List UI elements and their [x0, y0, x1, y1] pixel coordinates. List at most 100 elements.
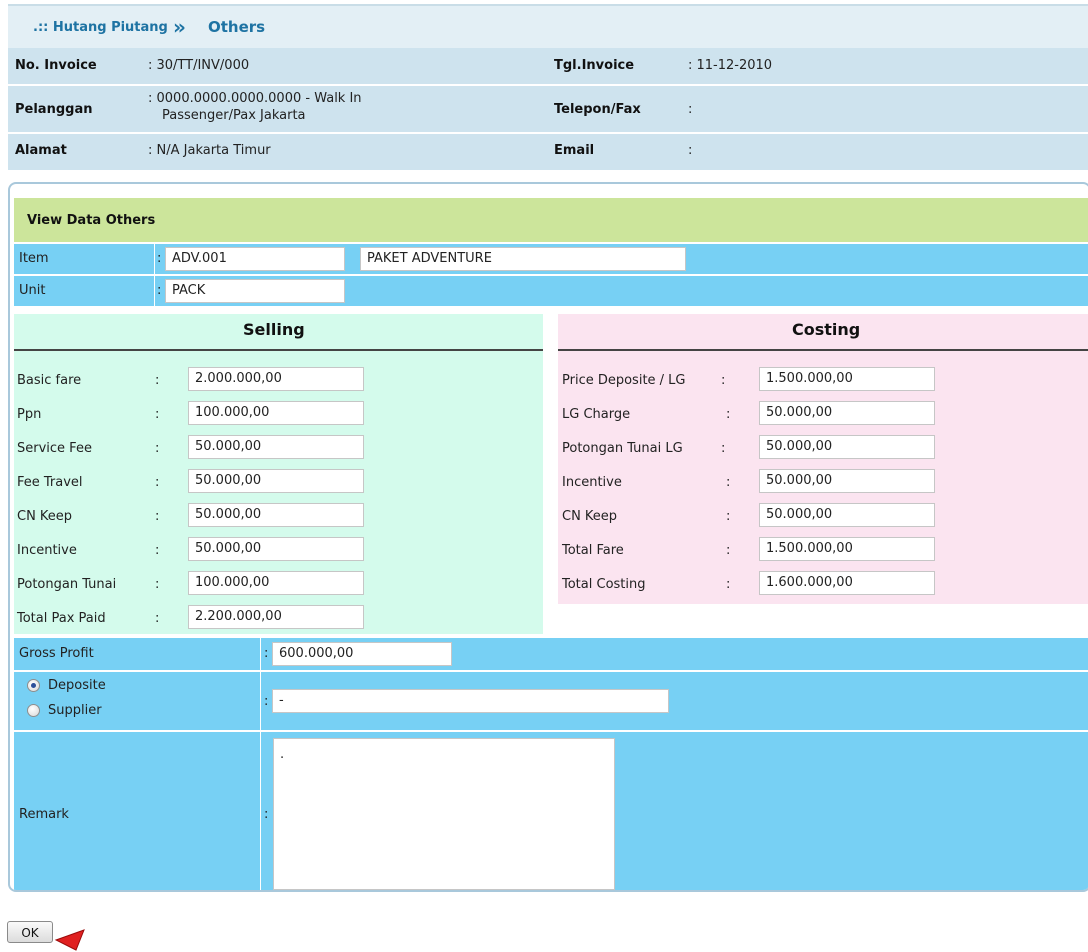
costing-row-label: Total Costing — [562, 577, 646, 592]
basic-fare-field[interactable]: 2.000.000,00 — [188, 367, 364, 391]
selling-row-colon: : — [155, 577, 160, 592]
cell-divider — [154, 244, 155, 274]
deposite-radio[interactable] — [27, 679, 40, 692]
costing-title: Costing — [792, 320, 861, 339]
selling-row-colon: : — [155, 441, 160, 456]
costing-row-colon: : — [726, 577, 731, 592]
item-code-field[interactable]: ADV.001 — [165, 247, 345, 271]
pelanggan-value-cont: Passenger/Pax Jakarta — [162, 108, 306, 123]
email-label: Email — [554, 143, 595, 158]
costing-cn-keep-field[interactable]: 50.000,00 — [759, 503, 935, 527]
pelanggan-value: : 0000.0000.0000.0000 - Walk In — [148, 91, 362, 106]
total-pax-paid-field[interactable]: 2.200.000,00 — [188, 605, 364, 629]
item-row: Item : ADV.001 PAKET ADVENTURE — [14, 244, 1088, 274]
total-fare-field[interactable]: 1.500.000,00 — [759, 537, 935, 561]
cell-divider — [260, 732, 261, 890]
invoice-row-2: Pelanggan : 0000.0000.0000.0000 - Walk I… — [8, 86, 1088, 132]
potongan-tunai-field[interactable]: 100.000,00 — [188, 571, 364, 595]
potongan-tunai-lg-field[interactable]: 50.000,00 — [759, 435, 935, 459]
selling-row-label: Fee Travel — [17, 475, 83, 490]
remark-label: Remark — [19, 807, 69, 822]
ok-button[interactable]: OK — [7, 921, 53, 943]
selling-row-colon: : — [155, 509, 160, 524]
gross-profit-colon: : — [264, 646, 269, 661]
selling-panel: Selling Basic fare : 2.000.000,00 Ppn : … — [14, 314, 543, 634]
selling-row-colon: : — [155, 611, 160, 626]
remark-textarea[interactable]: . — [273, 738, 615, 890]
selling-row-label: Incentive — [17, 543, 77, 558]
selling-divider — [14, 349, 543, 351]
selling-row-colon: : — [155, 543, 160, 558]
gross-profit-row: Gross Profit : 600.000,00 — [14, 638, 1088, 670]
unit-field[interactable]: PACK — [165, 279, 345, 303]
breadcrumb-parent[interactable]: .:: Hutang Piutang — [33, 20, 168, 35]
costing-row-label: Price Deposite / LG — [562, 373, 686, 388]
item-colon: : — [157, 251, 162, 266]
lg-charge-field[interactable]: 50.000,00 — [759, 401, 935, 425]
unit-row: Unit : PACK — [14, 276, 1088, 306]
invoice-row-3: Alamat : N/A Jakarta Timur Email : — [8, 134, 1088, 170]
invoice-row-1: No. Invoice : 30/TT/INV/000 Tgl.Invoice … — [8, 48, 1088, 84]
gross-profit-field[interactable]: 600.000,00 — [272, 642, 452, 666]
costing-row-colon: : — [721, 373, 726, 388]
total-costing-field[interactable]: 1.600.000,00 — [759, 571, 935, 595]
costing-row-label: CN Keep — [562, 509, 618, 524]
selling-row-label: Potongan Tunai — [17, 577, 117, 592]
costing-panel: Costing Price Deposite / LG : 1.500.000,… — [558, 314, 1088, 604]
item-name-field[interactable]: PAKET ADVENTURE — [360, 247, 686, 271]
alamat-label: Alamat — [15, 143, 67, 158]
tgl-invoice-label: Tgl.Invoice — [554, 58, 635, 73]
selling-row-label: Basic fare — [17, 373, 82, 388]
service-fee-field[interactable]: 50.000,00 — [188, 435, 364, 459]
telepon-value: : — [688, 102, 693, 117]
costing-row-colon: : — [726, 407, 731, 422]
no-invoice-value: : 30/TT/INV/000 — [148, 58, 250, 73]
email-value: : — [688, 143, 693, 158]
item-label: Item — [19, 251, 49, 266]
ppn-field[interactable]: 100.000,00 — [188, 401, 364, 425]
section-header: View Data Others — [14, 198, 1088, 242]
selling-row-label: Total Pax Paid — [17, 611, 106, 626]
price-deposite-field[interactable]: 1.500.000,00 — [759, 367, 935, 391]
payment-source-colon: : — [264, 694, 269, 709]
selling-row-label: CN Keep — [17, 509, 73, 524]
section-title: View Data Others — [27, 213, 156, 228]
unit-colon: : — [157, 283, 162, 298]
costing-row-label: Incentive — [562, 475, 622, 490]
costing-row-colon: : — [721, 441, 726, 456]
breadcrumb: .:: Hutang Piutang » Others — [8, 6, 1088, 48]
costing-row-colon: : — [726, 543, 731, 558]
costing-incentive-field[interactable]: 50.000,00 — [759, 469, 935, 493]
selling-title: Selling — [243, 320, 305, 339]
selling-row-colon: : — [155, 407, 160, 422]
cn-keep-field[interactable]: 50.000,00 — [188, 503, 364, 527]
remark-colon: : — [264, 807, 269, 822]
payment-source-row: Deposite Supplier : - — [14, 672, 1088, 730]
cell-divider — [260, 638, 261, 670]
costing-row-label: Potongan Tunai LG — [562, 441, 683, 456]
costing-row-label: Total Fare — [562, 543, 624, 558]
incentive-field[interactable]: 50.000,00 — [188, 537, 364, 561]
tgl-invoice-value: : 11-12-2010 — [688, 58, 773, 73]
selling-row-label: Service Fee — [17, 441, 92, 456]
cell-divider — [154, 276, 155, 306]
telepon-label: Telepon/Fax — [554, 102, 641, 117]
fee-travel-field[interactable]: 50.000,00 — [188, 469, 364, 493]
costing-divider — [558, 349, 1088, 351]
payment-source-field[interactable]: - — [272, 689, 669, 713]
deposite-label: Deposite — [48, 678, 106, 693]
mouse-pointer-icon — [54, 929, 85, 951]
supplier-label: Supplier — [48, 703, 102, 718]
selling-row-label: Ppn — [17, 407, 42, 422]
unit-label: Unit — [19, 283, 46, 298]
costing-row-colon: : — [726, 509, 731, 524]
no-invoice-label: No. Invoice — [15, 58, 97, 73]
gross-profit-label: Gross Profit — [19, 646, 94, 661]
costing-row-label: LG Charge — [562, 407, 631, 422]
selling-row-colon: : — [155, 475, 160, 490]
supplier-radio[interactable] — [27, 704, 40, 717]
breadcrumb-separator: » — [173, 15, 186, 39]
pelanggan-label: Pelanggan — [15, 102, 93, 117]
remark-row: Remark : . — [14, 732, 1088, 890]
selling-row-colon: : — [155, 373, 160, 388]
